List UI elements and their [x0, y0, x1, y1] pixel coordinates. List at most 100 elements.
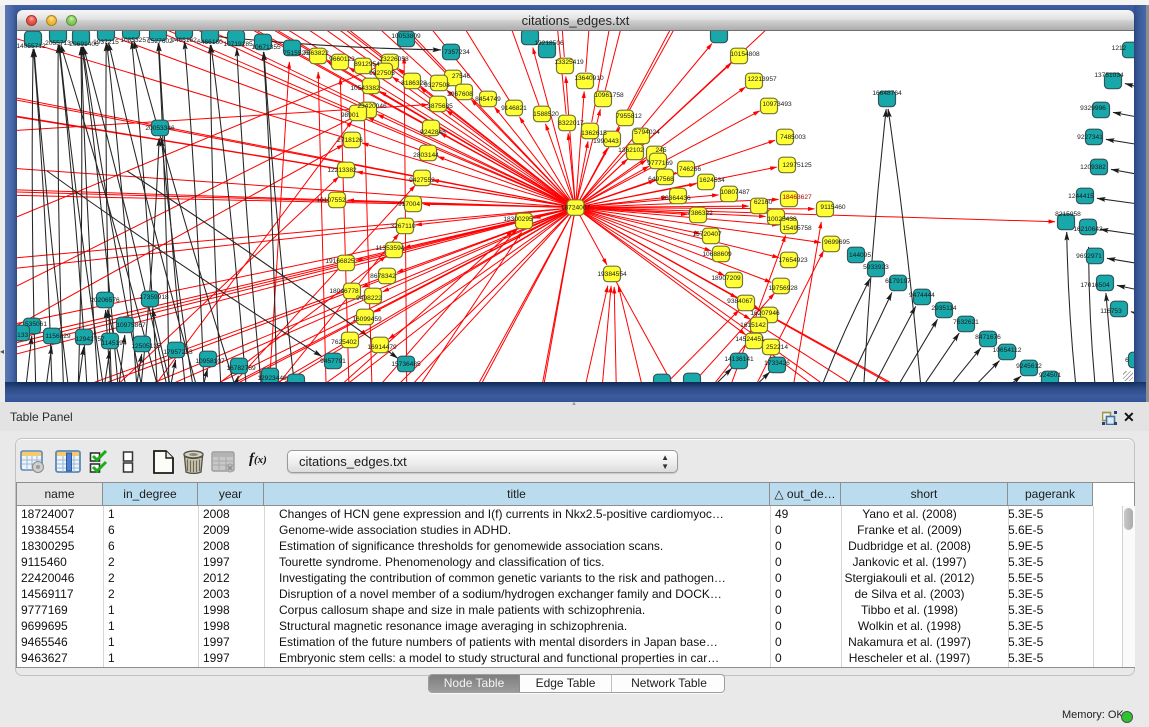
- svg-text:7955812: 7955812: [616, 113, 642, 120]
- svg-text:9498222: 9498222: [356, 295, 382, 302]
- svg-text:17359918: 17359918: [139, 294, 169, 301]
- svg-text:7386322: 7386322: [687, 210, 713, 217]
- svg-text:10975867: 10975867: [116, 322, 146, 329]
- svg-text:39133: 39133: [17, 332, 28, 339]
- svg-text:1362102: 1362102: [618, 147, 644, 154]
- svg-text:2935114: 2935114: [931, 305, 957, 312]
- svg-text:20053346: 20053346: [145, 125, 175, 132]
- svg-text:9427552: 9427552: [409, 177, 435, 184]
- svg-text:3267110: 3267110: [390, 223, 416, 230]
- svg-text:13325419: 13325419: [554, 59, 584, 66]
- svg-text:12923448: 12923448: [257, 375, 287, 382]
- svg-text:16782759: 16782759: [226, 365, 256, 372]
- svg-text:5794024: 5794024: [634, 129, 660, 136]
- svg-text:10807487: 10807487: [720, 189, 750, 196]
- svg-text:12213382: 12213382: [327, 167, 357, 174]
- svg-text:10025438: 10025438: [767, 216, 797, 223]
- svg-text:9474444: 9474444: [909, 292, 935, 299]
- svg-text:9327508: 9327508: [424, 82, 450, 89]
- svg-text:3875685: 3875685: [427, 103, 453, 110]
- svg-text:8215958: 8215958: [1055, 211, 1081, 218]
- svg-text:1145194: 1145194: [101, 340, 127, 347]
- svg-text:6179197: 6179197: [885, 278, 911, 285]
- svg-text:746266: 746266: [679, 166, 701, 173]
- svg-text:9242848: 9242848: [420, 129, 446, 136]
- svg-text:8322017: 8322017: [558, 120, 584, 127]
- svg-text:10654112: 10654112: [993, 347, 1022, 354]
- svg-text:9777169: 9777169: [647, 160, 673, 167]
- svg-text:6497568: 6497568: [648, 176, 674, 183]
- svg-text:62160: 62160: [754, 199, 773, 206]
- svg-text:15495758: 15495758: [782, 225, 812, 232]
- svg-text:15736485: 15736485: [391, 361, 421, 368]
- svg-text:18300295: 18300295: [503, 216, 533, 223]
- svg-text:1156829: 1156829: [45, 333, 71, 340]
- svg-text:16207946: 16207946: [750, 310, 780, 317]
- svg-text:1733426: 1733426: [764, 360, 790, 367]
- svg-text:9329996: 9329996: [1080, 105, 1106, 112]
- svg-text:20206576: 20206576: [90, 297, 120, 304]
- svg-text:98901: 98901: [341, 112, 360, 119]
- svg-text:9115460: 9115460: [820, 204, 846, 211]
- svg-text:8471676: 8471676: [975, 334, 1001, 341]
- svg-text:10107552: 10107552: [316, 197, 346, 204]
- svg-text:1990443: 1990443: [593, 138, 619, 145]
- svg-text:2718126: 2718126: [337, 137, 363, 144]
- svg-text:19756928: 19756928: [768, 285, 798, 292]
- svg-text:14136141: 14136141: [724, 356, 754, 363]
- svg-text:18907209: 18907209: [711, 275, 741, 282]
- svg-text:14524451: 14524451: [735, 336, 765, 343]
- svg-text:7357234: 7357234: [444, 49, 470, 56]
- svg-text:1615142: 1615142: [740, 322, 766, 329]
- svg-text:9227341: 9227341: [1077, 134, 1103, 141]
- svg-text:23226058: 23226058: [379, 56, 409, 63]
- svg-text:9692971: 9692971: [1076, 253, 1102, 260]
- svg-text:10154808: 10154808: [730, 51, 760, 58]
- svg-text:1588520: 1588520: [533, 111, 559, 118]
- svg-text:10719185: 10719185: [223, 41, 253, 48]
- svg-text:12213957: 12213957: [747, 76, 777, 83]
- svg-text:2803144: 2803144: [413, 152, 439, 159]
- svg-text:10671355: 10671355: [251, 44, 281, 51]
- svg-text:10053809: 10053809: [391, 33, 421, 40]
- svg-text:14055712: 14055712: [17, 43, 46, 50]
- svg-text:9245612: 9245612: [1016, 363, 1042, 370]
- svg-text:10961758: 10961758: [594, 92, 624, 99]
- svg-text:1527602: 1527602: [147, 38, 173, 45]
- svg-text:1244415: 1244415: [1068, 193, 1094, 200]
- svg-text:245: 245: [655, 147, 666, 154]
- svg-text:12975125: 12975125: [782, 162, 812, 169]
- svg-text:6: 6: [1125, 357, 1129, 364]
- svg-text:924501: 924501: [1039, 372, 1061, 379]
- svg-text:1212: 1212: [1112, 45, 1127, 52]
- svg-text:1362615: 1362615: [581, 130, 607, 137]
- svg-text:1937215: 1937215: [93, 39, 119, 46]
- svg-text:15720407: 15720407: [692, 231, 722, 238]
- svg-text:19384554: 19384554: [597, 271, 627, 278]
- svg-text:13218506: 13218506: [534, 40, 564, 47]
- svg-text:13751034: 13751034: [1094, 72, 1124, 79]
- svg-text:16914479: 16914479: [367, 344, 397, 351]
- svg-text:19166825: 19166825: [325, 258, 355, 265]
- svg-text:7663822: 7663822: [303, 50, 329, 57]
- svg-text:2967608: 2967608: [447, 91, 473, 98]
- svg-text:8912954: 8912954: [354, 61, 380, 68]
- svg-text:7485003: 7485003: [780, 134, 806, 141]
- svg-text:23420046: 23420046: [357, 103, 387, 110]
- svg-text:10543382: 10543382: [350, 85, 380, 92]
- svg-text:12505135: 12505135: [131, 343, 161, 350]
- svg-text:9457791: 9457791: [320, 358, 346, 365]
- svg-text:9327505: 9327505: [369, 70, 395, 77]
- svg-text:9466162: 9466162: [171, 37, 197, 44]
- svg-text:27546: 27546: [452, 73, 471, 80]
- svg-text:16648764: 16648764: [872, 90, 902, 97]
- svg-text:17957253: 17957253: [163, 349, 193, 356]
- svg-text:917004: 917004: [398, 201, 420, 208]
- svg-text:116753: 116753: [1100, 308, 1122, 315]
- svg-text:18046778: 18046778: [329, 288, 359, 295]
- svg-text:13640910: 13640910: [574, 75, 604, 82]
- svg-text:1624534: 1624534: [699, 177, 725, 184]
- svg-text:1209382: 1209382: [1080, 164, 1106, 171]
- svg-text:535061: 535061: [25, 321, 47, 328]
- svg-text:9146821: 9146821: [501, 105, 527, 112]
